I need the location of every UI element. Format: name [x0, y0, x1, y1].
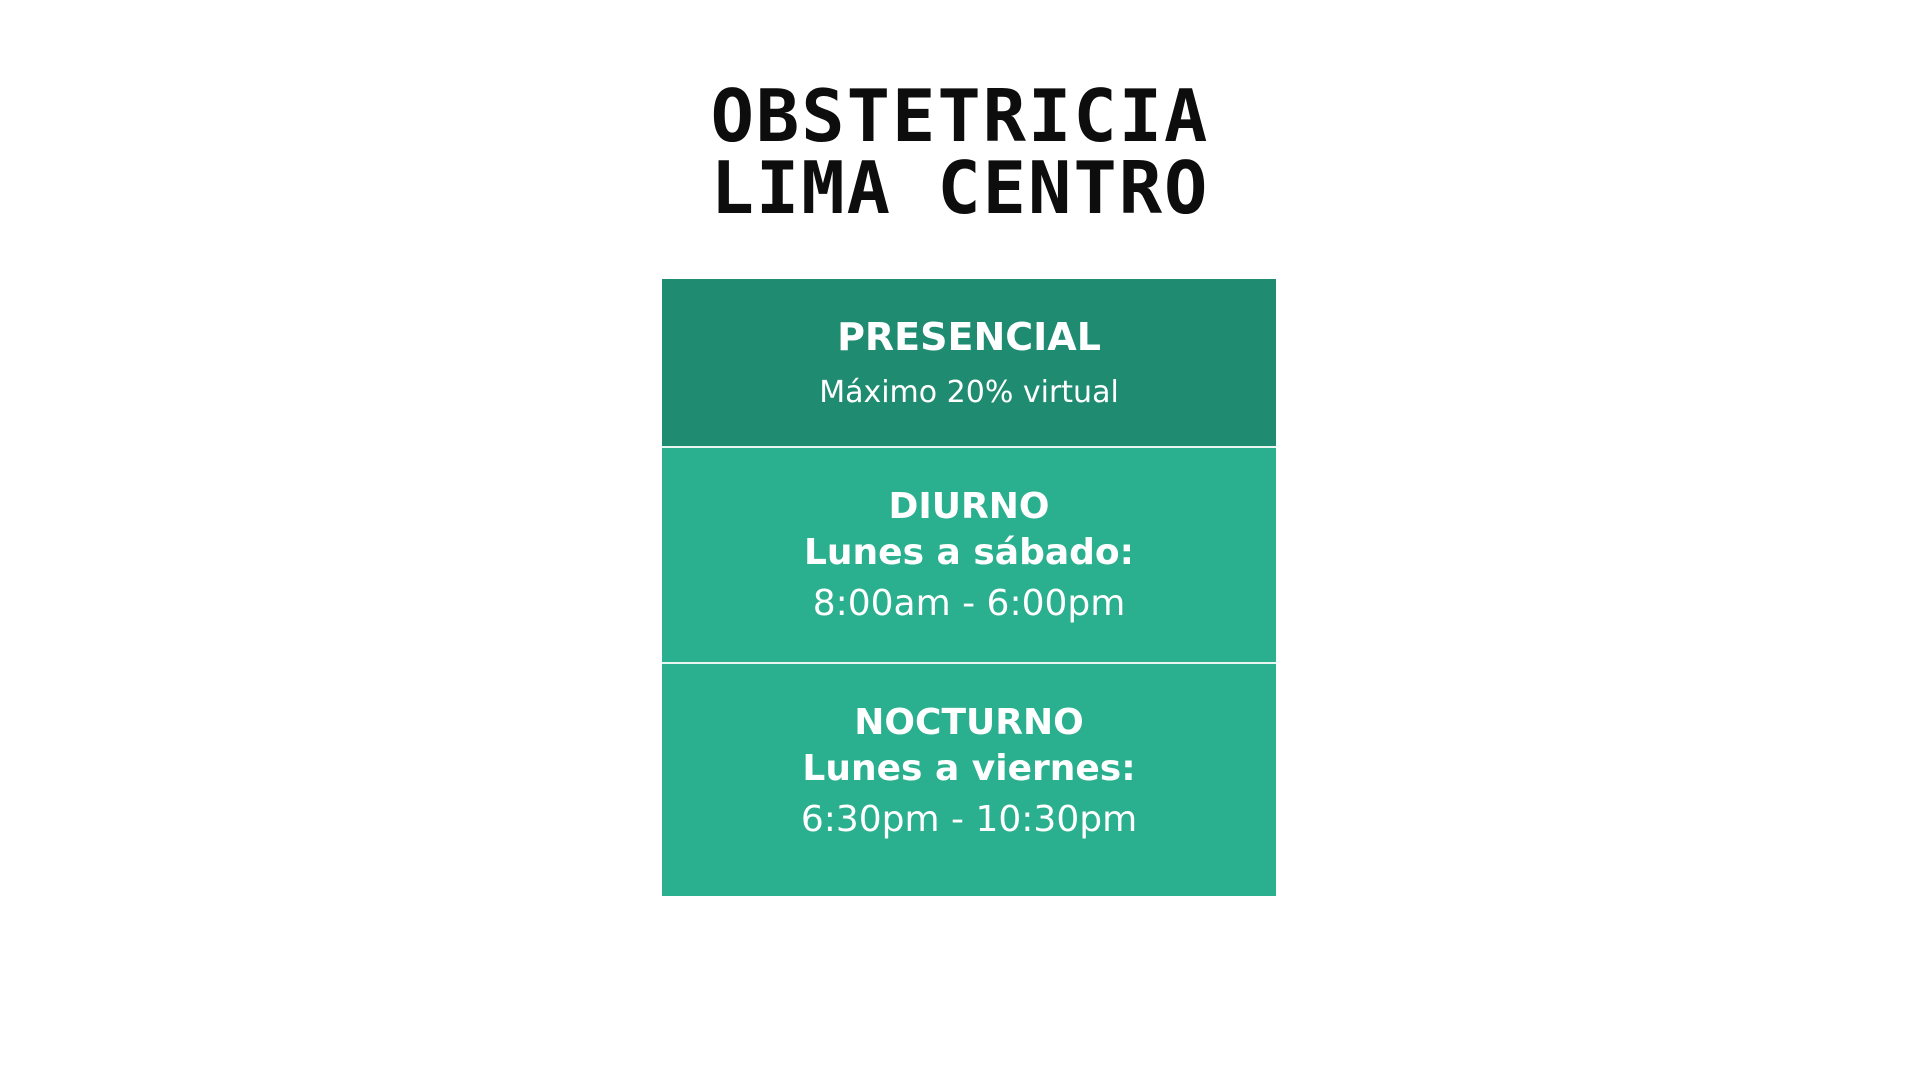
- modality-header: PRESENCIAL Máximo 20% virtual: [662, 279, 1276, 446]
- schedule-row-diurno: DIURNO Lunes a sábado: 8:00am - 6:00pm: [662, 446, 1276, 662]
- title-line-2: LIMA CENTRO: [710, 146, 1210, 230]
- schedule-table: PRESENCIAL Máximo 20% virtual DIURNO Lun…: [662, 279, 1276, 896]
- schedule-row-nocturno: NOCTURNO Lunes a viernes: 6:30pm - 10:30…: [662, 662, 1276, 896]
- page-title: OBSTETRICIA LIMA CENTRO: [0, 80, 1920, 224]
- shift-label: NOCTURNO: [854, 702, 1084, 743]
- shift-days: Lunes a viernes:: [802, 748, 1136, 789]
- shift-hours: 6:30pm - 10:30pm: [800, 799, 1138, 840]
- shift-days: Lunes a sábado:: [803, 532, 1135, 573]
- shift-hours: 8:00am - 6:00pm: [812, 583, 1126, 624]
- page: OBSTETRICIA LIMA CENTRO PRESENCIAL Máxim…: [0, 0, 1920, 1080]
- modality-title: PRESENCIAL: [837, 315, 1101, 359]
- title-line-1: OBSTETRICIA: [710, 74, 1210, 158]
- shift-label: DIURNO: [888, 486, 1050, 527]
- modality-note: Máximo 20% virtual: [819, 375, 1119, 410]
